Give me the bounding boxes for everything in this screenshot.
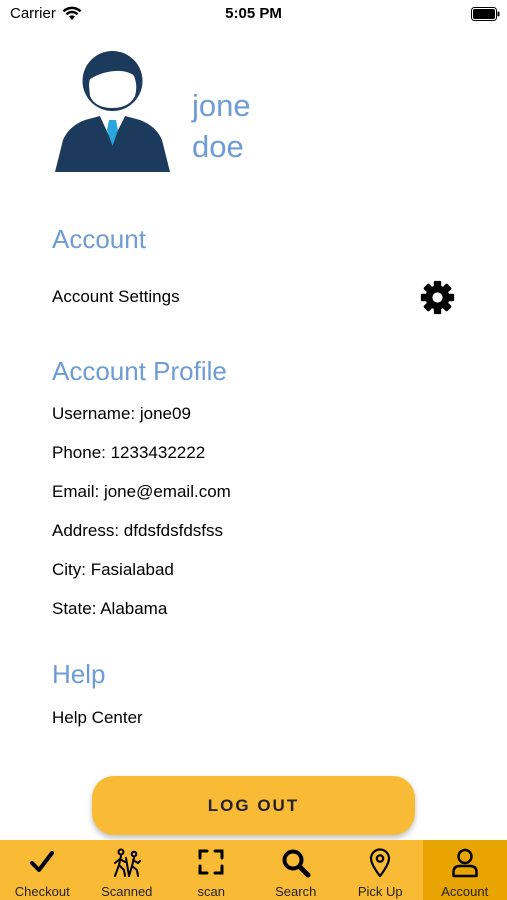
tab-scanned[interactable]: Scanned xyxy=(85,840,170,900)
logout-button[interactable]: LOG OUT xyxy=(92,776,415,835)
tab-bar: Checkout Scanned scan Search Pick Up Acc… xyxy=(0,840,507,900)
user-last-name: doe xyxy=(192,129,244,164)
tab-label: scan xyxy=(197,884,225,899)
user-icon xyxy=(452,848,478,878)
state-text: State: Alabama xyxy=(52,599,168,618)
city-text: City: Fasialabad xyxy=(52,560,174,579)
help-heading: Help xyxy=(52,659,106,689)
search-icon xyxy=(282,849,311,878)
email-text: Email: jone@email.com xyxy=(52,482,231,501)
tab-label: Search xyxy=(275,884,317,899)
tab-label: Scanned xyxy=(101,884,153,899)
gear-icon[interactable] xyxy=(419,279,456,316)
hikers-icon xyxy=(113,848,141,877)
clock: 5:05 PM xyxy=(225,5,282,22)
account-heading: Account xyxy=(52,224,146,254)
avatar-icon xyxy=(55,51,170,172)
location-pin-icon xyxy=(370,848,391,878)
help-center-link[interactable]: Help Center xyxy=(52,708,143,728)
tab-scan[interactable]: scan xyxy=(169,840,254,900)
user-name: jone doe xyxy=(192,85,251,167)
username-text: Username: jone09 xyxy=(52,404,191,423)
tab-label: Pick Up xyxy=(357,884,403,899)
address-text: Address: dfdsfdsfdsfss xyxy=(52,521,224,540)
scan-frame-icon xyxy=(198,849,224,875)
tab-search[interactable]: Search xyxy=(254,840,339,900)
phone-text: Phone: 1233432222 xyxy=(52,443,206,462)
checkmark-icon xyxy=(30,851,55,872)
battery-icon xyxy=(471,7,500,21)
tab-pick-up[interactable]: Pick Up xyxy=(338,840,423,900)
account-profile-heading: Account Profile xyxy=(52,356,227,386)
user-first-name: jone xyxy=(192,88,251,123)
tab-label: Account xyxy=(441,884,489,899)
tab-account[interactable]: Account xyxy=(422,840,507,900)
tab-label: Checkout xyxy=(14,884,70,899)
status-bar: Carrier 5:05 PM xyxy=(0,0,507,28)
tab-checkout[interactable]: Checkout xyxy=(0,840,85,900)
account-settings-link[interactable]: Account Settings xyxy=(52,287,180,307)
